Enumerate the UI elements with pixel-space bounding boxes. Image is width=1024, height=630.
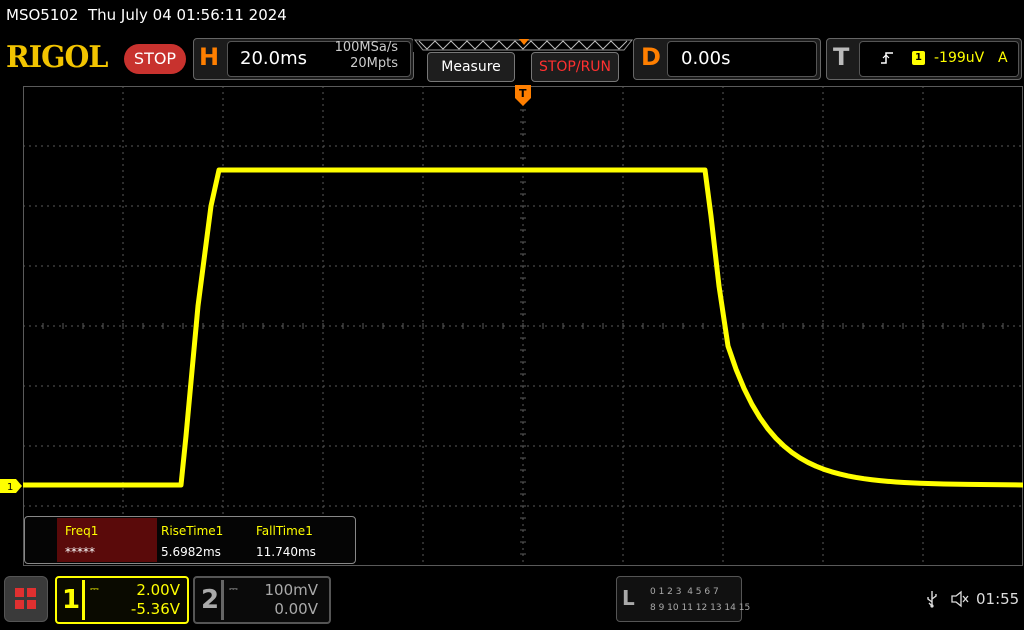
channel2-scale: 100mV: [264, 581, 318, 599]
dc-coupling-icon: ⎓: [90, 582, 99, 595]
sample-rate: 100MSa/s: [334, 40, 398, 55]
run-state-badge[interactable]: STOP: [124, 44, 186, 74]
measure-button[interactable]: Measure: [427, 52, 515, 82]
measure-value-risetime: 5.6982ms: [161, 545, 221, 559]
trigger-source-badge: 1: [912, 51, 925, 65]
graticule: [23, 86, 1023, 566]
delay-label: D: [641, 43, 661, 71]
channel1-number: 1: [62, 585, 81, 615]
measure-value-falltime: 11.740ms: [256, 545, 316, 559]
model-datetime: MSO5102 Thu July 04 01:56:11 2024: [6, 6, 287, 24]
memory-position-bar: [413, 38, 634, 52]
delay-value: 0.00s: [681, 48, 731, 69]
horizontal-label: H: [199, 43, 220, 71]
channel2-number: 2: [201, 585, 220, 615]
logic-channels-row1: 0 1 2 3 4 5 6 7: [650, 587, 719, 597]
system-clock: 01:55: [976, 590, 1020, 608]
channel1-marker-text: 1: [7, 482, 13, 493]
usb-icon: [926, 590, 938, 612]
speaker-muted-icon[interactable]: [950, 590, 970, 612]
channel1-offset: -5.36V: [130, 600, 180, 618]
channel2-offset: 0.00V: [274, 600, 318, 618]
timebase-value: 20.0ms: [240, 48, 307, 69]
grid-menu-icon: [15, 588, 36, 609]
trigger-level: -199uV: [934, 50, 985, 66]
logic-channels-row2: 8 9 10 11 12 13 14 15: [650, 603, 751, 613]
dc-coupling-icon: ⎓: [229, 582, 238, 595]
memory-depth: 20Mpts: [350, 56, 398, 71]
trigger-label: T: [833, 43, 850, 71]
channel2-divider: [221, 580, 224, 620]
measure-value-freq: *****: [65, 545, 95, 559]
measure-label-risetime: RiseTime1: [161, 524, 224, 538]
rising-edge-icon: [880, 51, 894, 69]
main-menu-button[interactable]: [4, 576, 48, 622]
channel1-level-marker[interactable]: 1: [0, 479, 22, 493]
channel1-divider: [82, 580, 85, 620]
logic-label: L: [622, 586, 635, 610]
channel1-scale: 2.00V: [136, 581, 180, 599]
measure-label-falltime: FallTime1: [256, 524, 313, 538]
measure-label-freq: Freq1: [65, 524, 99, 538]
rigol-logo: RIGOL: [6, 40, 108, 75]
stop-run-button[interactable]: STOP/RUN: [531, 52, 619, 82]
trigger-position-marker[interactable]: T: [514, 84, 532, 112]
waveform-display[interactable]: [23, 86, 1023, 566]
svg-text:T: T: [519, 87, 527, 100]
trigger-mode: A: [998, 50, 1008, 66]
